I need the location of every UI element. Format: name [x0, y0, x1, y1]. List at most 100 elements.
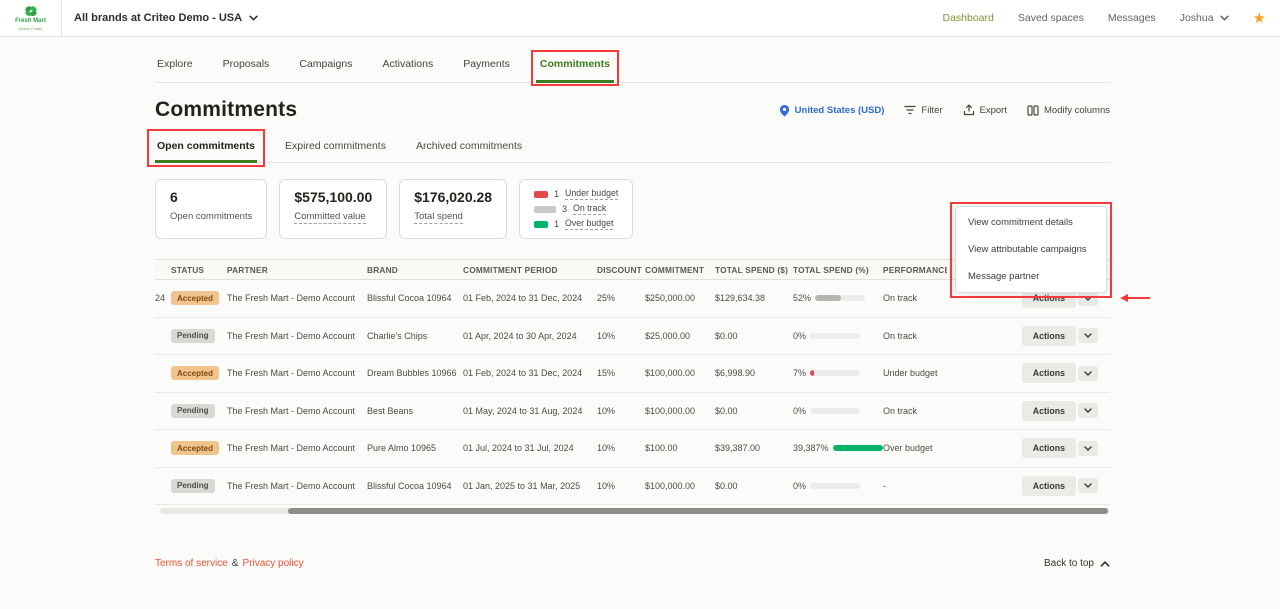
total-spend-cell: $129,634.38	[715, 293, 793, 303]
actions-button[interactable]: Actions	[1022, 363, 1076, 383]
header-commitment-period[interactable]: COMMITMENT PERIOD	[463, 265, 597, 275]
horizontal-scrollbar[interactable]	[160, 508, 1110, 514]
commitment-cell: $100,000.00	[645, 481, 715, 491]
performance-cell: On track	[883, 406, 947, 416]
actions-dropdown-button[interactable]	[1078, 403, 1098, 418]
partner-cell: The Fresh Mart - Demo Account	[227, 443, 367, 453]
partner-cell: The Fresh Mart - Demo Account	[227, 406, 367, 416]
subtab-open-commitments[interactable]: Open commitments	[155, 132, 257, 162]
spend-progress-bar	[810, 483, 860, 489]
brand-cell: Charlie's Chips	[367, 331, 463, 341]
export-button[interactable]: Export	[963, 104, 1007, 116]
commitments-page: Fresh Mart Whole Foods All brands at Cri…	[0, 0, 1280, 609]
header-partner[interactable]: PARTNER	[227, 265, 367, 275]
actions-button[interactable]: Actions	[1022, 326, 1076, 346]
table-row[interactable]: Pending The Fresh Mart - Demo Account Ch…	[155, 318, 1110, 356]
privacy-policy-link[interactable]: Privacy policy	[242, 558, 303, 569]
performance-cell: On track	[883, 293, 947, 303]
on-track-count: 3	[562, 204, 567, 214]
actions-dropdown-button[interactable]	[1078, 478, 1098, 493]
subtab-archived-commitments[interactable]: Archived commitments	[414, 132, 524, 162]
committed-value-amount: $575,100.00	[294, 189, 372, 205]
tab-commitments[interactable]: Commitments	[538, 37, 612, 82]
back-to-top-button[interactable]: Back to top	[1044, 558, 1110, 569]
actions-button[interactable]: Actions	[1022, 401, 1076, 421]
table-row[interactable]: Accepted The Fresh Mart - Demo Account D…	[155, 355, 1110, 393]
tab-campaigns[interactable]: Campaigns	[297, 37, 354, 82]
favorite-star-icon[interactable]: ★	[1253, 11, 1266, 26]
actions-button[interactable]: Actions	[1022, 476, 1076, 496]
footer: Terms of service & Privacy policy Back t…	[155, 558, 1110, 569]
actions-dropdown-button[interactable]	[1078, 441, 1098, 456]
spend-progress-bar	[815, 295, 865, 301]
period-cell: 01 Jan, 2025 to 31 Mar, 2025	[463, 481, 597, 491]
over-budget-count: 1	[554, 219, 559, 229]
filter-button[interactable]: Filter	[904, 105, 942, 116]
total-spend-pct-cell: 7%	[793, 368, 883, 378]
user-menu[interactable]: Joshua	[1180, 12, 1229, 24]
total-spend-cell: $0.00	[715, 406, 793, 416]
scrollbar-thumb[interactable]	[288, 508, 1108, 514]
header-status[interactable]: STATUS	[171, 265, 227, 275]
header-total-spend-usd[interactable]: TOTAL SPEND ($)	[715, 265, 793, 275]
table-row[interactable]: Pending The Fresh Mart - Demo Account Bl…	[155, 468, 1110, 506]
terms-of-service-link[interactable]: Terms of service	[155, 558, 228, 569]
discount-cell: 10%	[597, 443, 645, 453]
on-track-label: On track	[573, 203, 606, 215]
actions-dropdown-button[interactable]	[1078, 366, 1098, 381]
tab-proposals[interactable]: Proposals	[221, 37, 272, 82]
tab-explore[interactable]: Explore	[155, 37, 195, 82]
commitment-cell: $250,000.00	[645, 293, 715, 303]
menu-message-partner[interactable]: Message partner	[956, 263, 1106, 290]
nav-dashboard[interactable]: Dashboard	[942, 12, 993, 24]
header-discount[interactable]: DISCOUNT	[597, 265, 645, 275]
legal-links: Terms of service & Privacy policy	[155, 558, 304, 569]
header-total-spend-pct[interactable]: TOTAL SPEND (%)	[793, 265, 883, 275]
row-id-clipped: 1024	[155, 293, 171, 303]
filter-icon	[904, 105, 916, 115]
nav-messages[interactable]: Messages	[1108, 12, 1156, 24]
actions-button[interactable]: Actions	[1022, 438, 1076, 458]
summary-cards: 6 Open commitments $575,100.00 Committed…	[155, 179, 1280, 239]
period-cell: 01 Feb, 2024 to 31 Dec, 2024	[463, 368, 597, 378]
spend-progress-bar	[833, 445, 883, 451]
topbar-nav: Dashboard Saved spaces Messages Joshua ★	[942, 11, 1280, 26]
status-badge: Accepted	[171, 441, 219, 455]
table-row[interactable]: Accepted The Fresh Mart - Demo Account P…	[155, 430, 1110, 468]
tab-activations[interactable]: Activations	[380, 37, 435, 82]
account-selector[interactable]: All brands at Criteo Demo - USA	[74, 12, 258, 24]
nav-saved-spaces[interactable]: Saved spaces	[1018, 12, 1084, 24]
logo-subtitle: Whole Foods	[19, 26, 43, 31]
total-spend-pct-cell: 0%	[793, 481, 883, 491]
actions-dropdown-button[interactable]	[1078, 291, 1098, 306]
header-commitment[interactable]: COMMITMENT	[645, 265, 715, 275]
filter-label: Filter	[921, 105, 942, 116]
commitment-cell: $100,000.00	[645, 406, 715, 416]
actions-cell: Actions	[947, 476, 1110, 496]
legend-under-budget: 1 Under budget	[534, 188, 618, 200]
modify-columns-button[interactable]: Modify columns	[1027, 105, 1110, 116]
status-badge: Accepted	[171, 291, 219, 305]
annotation-arrow	[1118, 293, 1152, 303]
freshmart-logo[interactable]: Fresh Mart Whole Foods	[0, 0, 62, 36]
menu-view-attributable-campaigns[interactable]: View attributable campaigns	[956, 236, 1106, 263]
total-spend-cell: $39,387.00	[715, 443, 793, 453]
header-brand[interactable]: BRAND	[367, 265, 463, 275]
total-spend-cell: $0.00	[715, 331, 793, 341]
total-spend-cell: $0.00	[715, 481, 793, 491]
table-row[interactable]: Pending The Fresh Mart - Demo Account Be…	[155, 393, 1110, 431]
page-toolbar: United States (USD) Filter Export Modify…	[779, 104, 1110, 117]
locale-selector[interactable]: United States (USD)	[779, 104, 885, 117]
subtab-expired-commitments[interactable]: Expired commitments	[283, 132, 388, 162]
period-cell: 01 Jul, 2024 to 31 Jul, 2024	[463, 443, 597, 453]
actions-dropdown-button[interactable]	[1078, 328, 1098, 343]
tab-payments[interactable]: Payments	[461, 37, 512, 82]
page-title: Commitments	[155, 98, 297, 122]
actions-cell: Actions	[947, 438, 1110, 458]
period-cell: 01 Apr, 2024 to 30 Apr, 2024	[463, 331, 597, 341]
menu-view-commitment-details[interactable]: View commitment details	[956, 209, 1106, 236]
topbar: Fresh Mart Whole Foods All brands at Cri…	[0, 0, 1280, 37]
header-performance[interactable]: PERFORMANCE	[883, 265, 947, 275]
status-badge: Pending	[171, 404, 215, 418]
period-cell: 01 Feb, 2024 to 31 Dec, 2024	[463, 293, 597, 303]
